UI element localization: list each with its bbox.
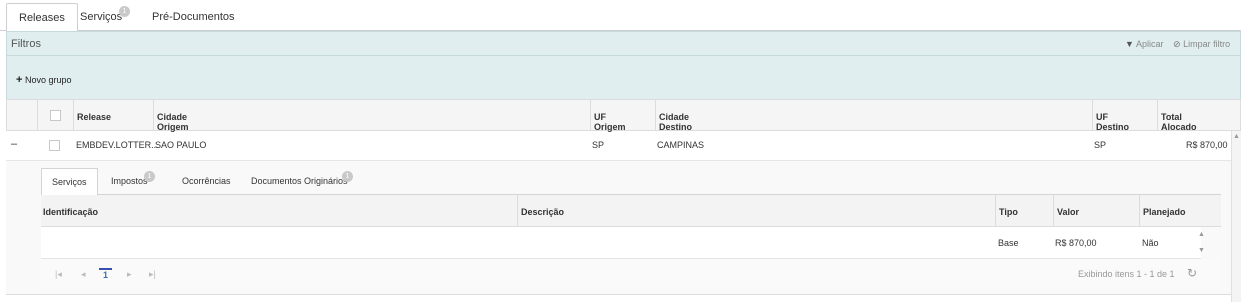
detail-scroll-down-icon[interactable]: ▼ <box>1198 247 1205 254</box>
filters-title: Filtros <box>11 38 41 50</box>
row-detail-panel: Serviços Impostos 1 Ocorrências Document… <box>6 161 1231 295</box>
header-planejado-col: Planejado <box>1139 195 1186 226</box>
header-release[interactable]: Release <box>77 112 111 122</box>
servicos-badge: 1 <box>119 6 130 17</box>
next-page-icon[interactable]: ▸ <box>127 269 132 280</box>
header-total-alocado-col: Total Alocado <box>1157 100 1197 132</box>
plus-icon: + <box>16 74 23 86</box>
cell-planejado: Não <box>1142 238 1159 248</box>
current-page[interactable]: 1 <box>99 268 113 280</box>
header-cidade-destino-col: Cidade Destino <box>655 100 692 132</box>
pager: |◂ ◂ 1 ▸ ▸| Exibindo itens 1 - 1 de 1 ↻ <box>41 259 1221 289</box>
header-uf-origem-col: UF Origem <box>590 100 626 132</box>
header-descricao-col: Descrição <box>517 195 564 226</box>
detail-tab-documentos-originarios[interactable]: Documentos Originários <box>241 168 358 195</box>
apply-filter-label: Aplicar <box>1135 39 1164 49</box>
last-page-icon[interactable]: ▸| <box>149 269 156 280</box>
cell-valor: R$ 870,00 <box>1055 238 1097 248</box>
prev-page-icon[interactable]: ◂ <box>81 269 86 280</box>
header-release-col: Release <box>73 100 111 130</box>
header-identificacao[interactable]: Identificação <box>43 207 98 217</box>
header-valor-col: Valor <box>1053 195 1079 226</box>
header-descricao[interactable]: Descrição <box>521 207 564 217</box>
detail-scroll-up-icon[interactable]: ▲ <box>1198 231 1205 238</box>
top-tabs: Releases Serviços 1 Pré-Documentos <box>0 0 1241 32</box>
tab-pre-documentos[interactable]: Pré-Documentos <box>140 3 247 31</box>
table-row[interactable]: – EMBDEV.LOTTER... SAO PAULO SP CAMPINAS… <box>6 131 1231 161</box>
impostos-badge: 1 <box>144 171 155 182</box>
cell-uf-destino: SP <box>1094 140 1107 150</box>
header-cidade-destino[interactable]: Cidade Destino <box>659 112 692 132</box>
clear-filter-button[interactable]: ⊘ Limpar filtro <box>1173 39 1230 50</box>
tab-pre-documentos-label: Pré-Documentos <box>152 11 235 23</box>
detail-table-row[interactable]: Base R$ 870,00 Não <box>41 227 1201 259</box>
apply-filter-button[interactable]: ▼ Aplicar <box>1125 39 1163 49</box>
header-total-alocado[interactable]: Total Alocado <box>1161 112 1197 132</box>
tab-servicos-label: Serviços <box>80 11 123 23</box>
cell-uf-origem: SP <box>592 140 605 150</box>
detail-grid-header: Identificação Descrição Tipo Valor Plane… <box>41 195 1221 227</box>
funnel-icon: ▼ <box>1125 39 1134 49</box>
clear-icon: ⊘ <box>1173 39 1181 49</box>
filters-bar: Filtros ▼ Aplicar ⊘ Limpar filtro <box>6 31 1241 56</box>
detail-tab-ocorrencias-label: Ocorrências <box>182 176 231 186</box>
cell-cidade-destino: CAMPINAS <box>657 140 705 150</box>
new-group-label: Novo grupo <box>24 75 72 85</box>
select-all-checkbox[interactable] <box>50 110 61 121</box>
collapse-row-toggle[interactable]: – <box>11 138 17 150</box>
cell-total-alocado: R$ 870,00 <box>1186 140 1228 150</box>
header-uf-destino-col: UF Destino <box>1092 100 1129 132</box>
detail-tabs: Serviços Impostos 1 Ocorrências Document… <box>41 168 1221 196</box>
tab-releases-label: Releases <box>19 12 65 24</box>
grid-scrollbar[interactable]: ▲ <box>1231 131 1241 302</box>
clear-filter-label: Limpar filtro <box>1183 39 1231 49</box>
refresh-icon[interactable]: ↻ <box>1187 266 1197 280</box>
new-group-button[interactable]: + Novo grupo <box>16 74 71 86</box>
detail-tab-ocorrencias[interactable]: Ocorrências <box>172 168 241 195</box>
header-uf-origem[interactable]: UF Origem <box>594 112 626 132</box>
header-tipo[interactable]: Tipo <box>999 207 1018 217</box>
grid-scroll-up-icon[interactable]: ▲ <box>1233 133 1240 140</box>
detail-tab-servicos-label: Serviços <box>52 177 87 187</box>
cell-cidade-origem: SAO PAULO <box>155 140 207 150</box>
cell-tipo: Base <box>998 238 1019 248</box>
detail-tab-documentos-label: Documentos Originários <box>251 176 348 186</box>
header-cidade-origem[interactable]: Cidade Origem <box>157 112 189 132</box>
row-checkbox[interactable] <box>49 140 60 151</box>
pager-info: Exibindo itens 1 - 1 de 1 <box>1078 269 1175 279</box>
header-planejado[interactable]: Planejado <box>1143 207 1186 217</box>
header-cidade-origem-col: Cidade Origem <box>153 100 189 132</box>
group-bar: + Novo grupo <box>6 56 1241 99</box>
detail-tab-servicos[interactable]: Serviços <box>41 168 98 196</box>
header-valor[interactable]: Valor <box>1057 207 1079 217</box>
select-all-column <box>37 100 61 130</box>
header-tipo-col: Tipo <box>995 195 1018 226</box>
header-uf-destino[interactable]: UF Destino <box>1096 112 1129 132</box>
grid-header: Release Cidade Origem UF Origem Cidade D… <box>6 99 1241 132</box>
first-page-icon[interactable]: |◂ <box>55 269 62 280</box>
documentos-badge: 1 <box>342 171 353 182</box>
cell-release: EMBDEV.LOTTER... <box>76 140 159 150</box>
detail-tab-impostos-label: Impostos <box>111 176 148 186</box>
